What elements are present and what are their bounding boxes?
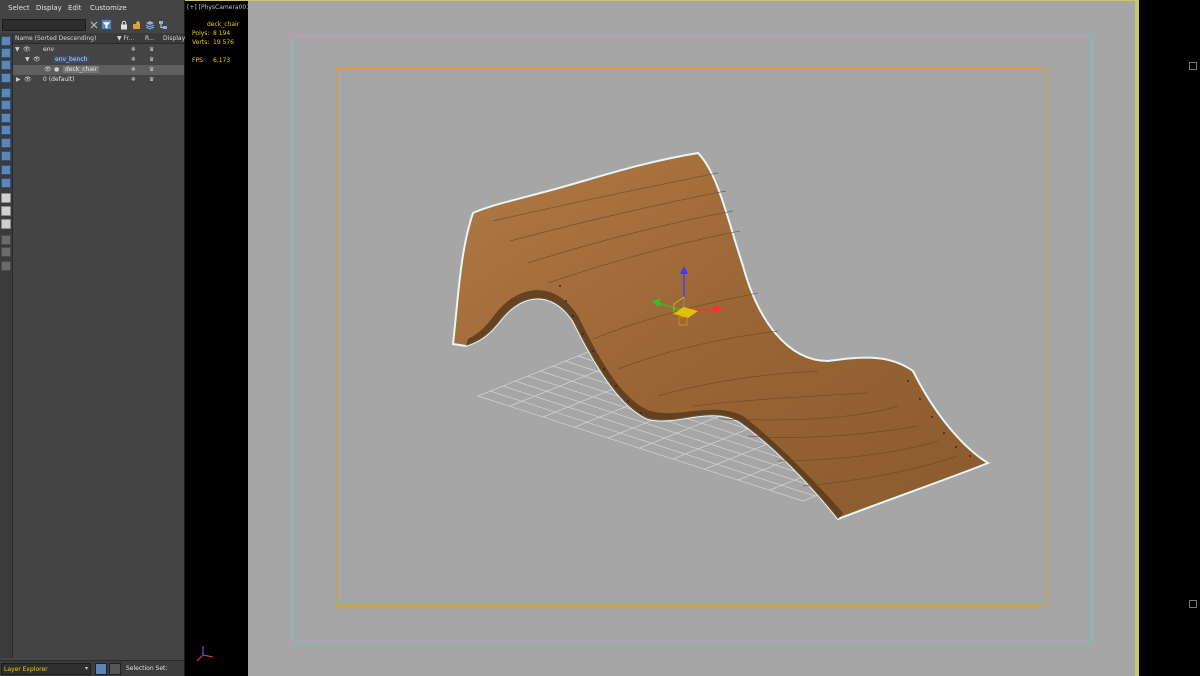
object-dot-icon: ● [54, 66, 60, 73]
column-frozen-header[interactable]: ▼ Fr... [117, 35, 134, 42]
display-helpers-icon[interactable] [1, 88, 11, 98]
tree-column-header: Name (Sorted Descending) ▼ Fr... R... Di… [13, 33, 185, 44]
visibility-eye-icon[interactable]: 👁 [44, 66, 52, 73]
folder-icon[interactable] [1, 261, 11, 271]
menu-select[interactable]: Select [8, 4, 30, 12]
stats-verts-label: Verts: [192, 39, 210, 46]
freeze-icon[interactable]: ❄ [131, 76, 136, 83]
layers-icon[interactable] [144, 19, 155, 30]
render-teapot-icon[interactable]: ♛ [149, 66, 154, 73]
visibility-eye-icon[interactable]: 👁 [33, 56, 41, 63]
search-input[interactable] [2, 19, 86, 31]
filter-icon[interactable] [101, 19, 112, 30]
display-groups-icon[interactable] [1, 113, 11, 123]
freeze-icon[interactable]: ❄ [131, 46, 136, 53]
viewport-letterbox-left: [+] [PhysCamera001 ] [Standard ] [Defaul… [185, 1, 347, 676]
explorer-bottom-bar: Layer Explorer ▾ Selection Set: [0, 660, 184, 676]
tree-row-default[interactable]: ▶ 👁 0 (default) ❄ ♛ [13, 75, 184, 85]
explorer-filter-strip [0, 33, 13, 658]
display-all-icon[interactable] [1, 193, 11, 203]
display-none-icon[interactable] [1, 206, 11, 216]
selection-set-icon[interactable] [109, 663, 121, 675]
stats-polys-value: 8 194 [213, 30, 231, 37]
scroll-down-icon[interactable] [1189, 600, 1197, 608]
stats-fps-label: FPS: [192, 57, 205, 64]
filter-options-icon[interactable] [1, 235, 11, 245]
scene-explorer-panel: Select Display Edit Customize Name (Sort… [0, 0, 185, 676]
hierarchy-icon[interactable] [157, 19, 168, 30]
display-bones-icon[interactable] [1, 138, 11, 148]
perspective-viewport[interactable]: [+] [PhysCamera001 ] [Standard ] [Defaul… [185, 0, 1139, 676]
tree-row-deck-chair[interactable]: 👁 ● deck_chair ❄ ♛ [13, 65, 184, 75]
display-geometry-icon[interactable] [1, 36, 11, 46]
visibility-eye-icon[interactable]: 👁 [24, 76, 32, 83]
stats-polys-label: Polys: [192, 30, 210, 37]
expand-arrow-icon[interactable]: ▼ [15, 46, 20, 53]
display-containers-icon[interactable] [1, 151, 11, 161]
display-cameras-icon[interactable] [1, 73, 11, 83]
layer-name: 0 (default) [43, 76, 75, 83]
layer-name: env [43, 46, 55, 53]
tree-row-env-bench[interactable]: ▼ 👁 env_bench ❄ ♛ [13, 55, 184, 65]
deck-chair-model[interactable] [248, 1, 1135, 676]
chevron-down-icon: ▾ [84, 665, 88, 672]
render-teapot-icon[interactable]: ♛ [149, 46, 154, 53]
render-teapot-icon[interactable]: ♛ [149, 56, 154, 63]
freeze-icon[interactable]: ❄ [131, 66, 136, 73]
layer-name: env_bench [53, 56, 90, 63]
tree-row-env[interactable]: ▼ 👁 env ❄ ♛ [13, 45, 184, 55]
axis-tripod-icon [196, 646, 214, 662]
chair-surface [451, 151, 991, 521]
explorer-menubar: Select Display Edit Customize [0, 0, 184, 17]
explorer-type-dropdown[interactable]: Layer Explorer ▾ [1, 663, 91, 675]
new-layer-icon[interactable] [131, 19, 142, 30]
column-name-header[interactable]: Name (Sorted Descending) [15, 35, 96, 42]
display-hidden-icon[interactable] [1, 178, 11, 188]
selection-set-label: Selection Set: [126, 665, 168, 672]
freeze-icon[interactable]: ❄ [131, 56, 136, 63]
visibility-eye-icon[interactable]: 👁 [23, 46, 31, 53]
stats-fps-value: 6,173 [213, 57, 231, 64]
display-invert-icon[interactable] [1, 219, 11, 229]
column-render-header[interactable]: R... [145, 35, 155, 42]
stats-verts-value: 19 576 [213, 39, 234, 46]
filter-toggle-icon[interactable] [1, 247, 11, 257]
display-frozen-icon[interactable] [1, 165, 11, 175]
explorer-toolbar [0, 17, 184, 33]
explorer-type-value: Layer Explorer [4, 666, 48, 673]
display-shapes-icon[interactable] [1, 48, 11, 58]
object-name: deck_chair [63, 66, 100, 73]
display-spacewarps-icon[interactable] [1, 100, 11, 110]
viewport-canvas[interactable] [248, 1, 1135, 676]
column-display-header[interactable]: Display [163, 35, 185, 42]
viewport-letterbox-right [1139, 0, 1200, 676]
menu-display[interactable]: Display [36, 4, 62, 12]
layer-tree: Name (Sorted Descending) ▼ Fr... R... Di… [13, 33, 185, 658]
stats-object-name: deck_chair [207, 21, 240, 28]
collapse-arrow-icon[interactable]: ▶ [16, 76, 21, 83]
display-xrefs-icon[interactable] [1, 125, 11, 135]
menu-edit[interactable]: Edit [68, 4, 82, 12]
render-teapot-icon[interactable]: ♛ [149, 76, 154, 83]
clear-search-icon[interactable] [88, 19, 99, 30]
lock-icon[interactable] [118, 19, 129, 30]
display-lights-icon[interactable] [1, 60, 11, 70]
menu-customize[interactable]: Customize [90, 4, 127, 12]
expand-arrow-icon[interactable]: ▼ [25, 56, 30, 63]
layers-toggle-icon[interactable] [95, 663, 107, 675]
scroll-up-icon[interactable] [1189, 62, 1197, 70]
